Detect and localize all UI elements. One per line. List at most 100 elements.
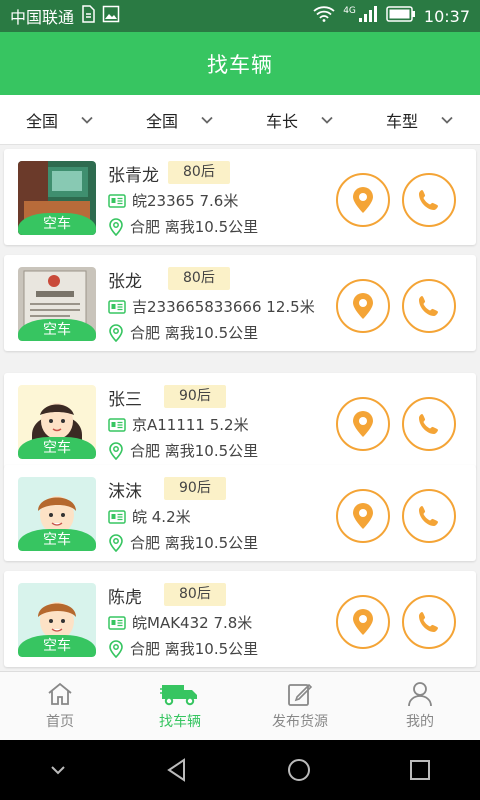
tab-mine[interactable]: 我的 [360,672,480,740]
age-badge: 80后 [168,267,230,290]
recents-icon[interactable] [408,758,432,782]
map-pin-icon [353,609,373,635]
call-button[interactable] [402,173,456,227]
driver-card[interactable]: 空车 张青龙 80后 皖23365 7.6米 合肥 离我10.5公里 [4,149,476,245]
battery-icon [386,6,416,26]
signal-icon [358,5,378,27]
location-icon [109,639,123,658]
avatar: 空车 [18,161,96,235]
driver-card[interactable]: 空车 沫沫 90后 皖 4.2米 合肥 离我10.5公里 [4,465,476,561]
filter-label: 全国 [145,111,178,131]
chevron-down-icon [81,116,93,124]
driver-name: 张青龙 [108,166,159,186]
tab-home[interactable]: 首页 [0,672,120,740]
phone-icon [419,414,438,434]
driver-name: 陈虎 [108,588,142,608]
filter-vehicle-length[interactable]: 车长 [240,95,360,144]
avatar: 空车 [18,385,96,459]
collapse-icon[interactable] [48,763,68,777]
phone-icon [419,296,438,316]
driver-card[interactable]: 空车 张龙 80后 吉233665833666 12.5米 合肥 离我10.5公… [4,255,476,351]
driver-card[interactable]: 空车 张三 90后 京A11111 5.2米 合肥 离我10.5公里 [4,373,476,469]
location-text: 合肥 离我10.5公里 [130,640,259,658]
plate-info: 吉233665833666 12.5米 [132,298,315,316]
id-card-icon [108,509,126,524]
chevron-down-icon [201,116,213,124]
home-circle-icon[interactable] [286,757,312,783]
status-badge: 空车 [18,635,96,657]
id-card-icon [108,299,126,314]
map-pin-icon [353,503,373,529]
location-icon [109,533,123,552]
location-icon [109,217,123,236]
wifi-icon [313,6,335,26]
map-pin-icon [353,411,373,437]
plate-row: 皖23365 7.6米 [108,190,238,211]
location-row: 合肥 离我10.5公里 [108,638,258,659]
filter-label: 车型 [385,111,418,131]
call-button[interactable] [402,595,456,649]
locate-button[interactable] [336,595,390,649]
back-icon[interactable] [164,757,190,783]
location-icon [109,441,123,460]
locate-button[interactable] [336,173,390,227]
network-type-label: 4G [343,6,356,16]
tab-label: 首页 [46,714,74,730]
location-icon [109,323,123,342]
tab-label: 我的 [406,714,434,730]
status-badge: 空车 [18,319,96,341]
image-icon [102,5,120,27]
tab-label: 找车辆 [159,714,201,730]
system-nav-bar [0,740,480,800]
status-badge: 空车 [18,529,96,551]
chevron-down-icon [321,116,333,124]
locate-button[interactable] [336,279,390,333]
location-row: 合肥 离我10.5公里 [108,532,258,553]
sim-icon [80,5,96,27]
plate-info: 皖 4.2米 [132,508,191,526]
location-text: 合肥 离我10.5公里 [130,218,259,236]
truck-icon [160,685,197,706]
driver-list[interactable]: 空车 张青龙 80后 皖23365 7.6米 合肥 离我10.5公里 空车 张龙… [0,145,480,671]
location-row: 合肥 离我10.5公里 [108,322,258,343]
driver-name: 张三 [108,390,142,410]
filter-vehicle-type[interactable]: 车型 [360,95,480,144]
filter-region-origin[interactable]: 全国 [0,95,120,144]
plate-info: 京A11111 5.2米 [132,416,249,434]
location-text: 合肥 离我10.5公里 [130,442,259,460]
map-pin-icon [353,187,373,213]
filter-label: 车长 [265,111,298,131]
age-badge: 90后 [164,477,226,500]
locate-button[interactable] [336,489,390,543]
plate-row: 吉233665833666 12.5米 [108,296,315,317]
tab-publish-cargo[interactable]: 发布货源 [240,672,360,740]
location-row: 合肥 离我10.5公里 [108,216,258,237]
home-icon [48,682,72,705]
id-card-icon [108,417,126,432]
filter-region-destination[interactable]: 全国 [120,95,240,144]
id-card-icon [108,193,126,208]
tab-find-vehicle[interactable]: 找车辆 [120,672,240,740]
plate-info: 皖23365 7.6米 [132,192,239,210]
call-button[interactable] [402,279,456,333]
locate-button[interactable] [336,397,390,451]
id-card-icon [108,615,126,630]
driver-card[interactable]: 空车 陈虎 80后 皖MAK432 7.8米 合肥 离我10.5公里 [4,571,476,667]
avatar: 空车 [18,267,96,341]
call-button[interactable] [402,489,456,543]
status-bar: 中国联通 4G 10:37 [0,0,480,32]
clock: 10:37 [423,6,470,26]
age-badge: 80后 [168,161,230,184]
phone-icon [419,506,438,526]
call-button[interactable] [402,397,456,451]
location-text: 合肥 离我10.5公里 [130,324,259,342]
person-icon [408,682,432,707]
avatar: 空车 [18,583,96,657]
bottom-tab-bar: 首页 找车辆 发布货源 我的 [0,671,480,740]
status-badge: 空车 [18,437,96,459]
location-row: 合肥 离我10.5公里 [108,440,258,461]
age-badge: 90后 [164,385,226,408]
edit-icon [288,683,313,706]
chevron-down-icon [441,116,453,124]
avatar: 空车 [18,477,96,551]
